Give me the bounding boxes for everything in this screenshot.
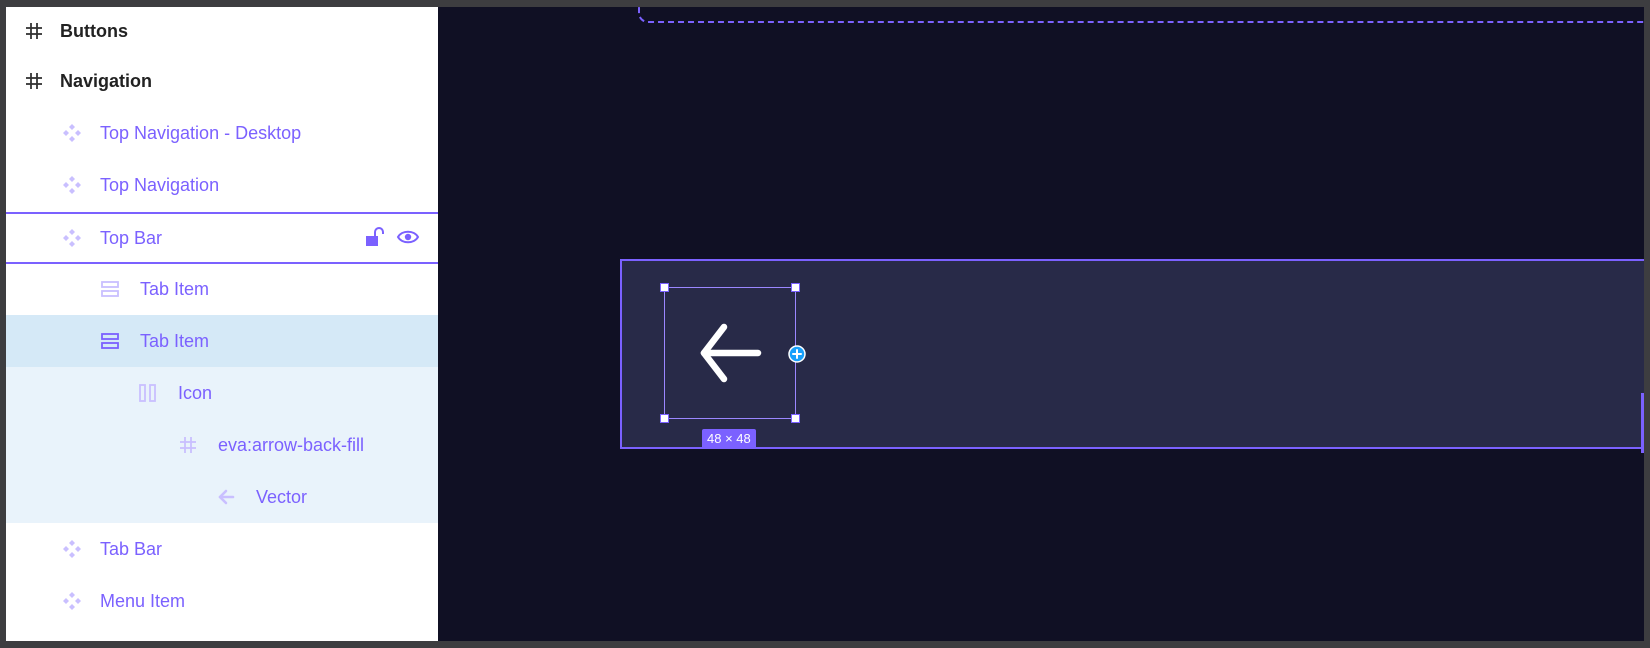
layer-label: Tab Bar xyxy=(100,539,163,559)
selection-box[interactable] xyxy=(660,283,800,423)
component-icon xyxy=(60,589,84,613)
layer-row-tab-bar[interactable]: Tab Bar xyxy=(6,523,438,575)
canvas-edge-marker xyxy=(1641,393,1644,453)
layer-row-top-navigation[interactable]: Top Navigation xyxy=(6,159,438,211)
layer-label: Top Navigation xyxy=(100,175,220,195)
vertical-layout-icon xyxy=(98,329,122,353)
design-canvas[interactable]: 48 × 48 xyxy=(438,7,1644,641)
add-auto-layout-handle[interactable] xyxy=(788,345,806,363)
resize-handle-top-right[interactable] xyxy=(791,283,800,292)
selection-size-badge: 48 × 48 xyxy=(702,429,756,449)
layer-label: Menu Item xyxy=(100,591,186,611)
layer-row-tab-item[interactable]: Tab Item xyxy=(6,263,438,315)
app-window: Buttons Navigation Top Navigation - Desk… xyxy=(6,7,1644,641)
layer-row-vector[interactable]: Vector xyxy=(6,471,438,523)
layer-label: Tab Item xyxy=(140,331,210,351)
layer-row-tools xyxy=(364,226,420,253)
resize-handle-bottom-right[interactable] xyxy=(791,414,800,423)
vertical-layout-icon xyxy=(98,277,122,301)
layer-row-top-bar[interactable]: Top Bar xyxy=(6,212,438,264)
layer-row-navigation[interactable]: Navigation xyxy=(6,55,438,107)
layer-row-tab-item-selected[interactable]: Tab Item xyxy=(6,315,438,367)
layer-label: Top Navigation - Desktop xyxy=(100,123,302,143)
layer-label: Navigation xyxy=(60,71,153,91)
layer-row-icon[interactable]: Icon xyxy=(6,367,438,419)
layer-label: Vector xyxy=(256,487,308,507)
layer-label: Icon xyxy=(178,383,213,403)
hash-icon xyxy=(176,433,200,457)
layer-row-eva-arrow-back-fill[interactable]: eva:arrow-back-fill xyxy=(6,419,438,471)
component-icon xyxy=(60,121,84,145)
unlock-icon[interactable] xyxy=(364,226,384,253)
dashed-frame-outline xyxy=(638,7,1644,23)
layer-label: Buttons xyxy=(60,21,128,41)
arrow-left-icon xyxy=(214,485,238,509)
component-icon xyxy=(60,226,84,250)
hash-icon xyxy=(22,69,46,93)
layer-row-buttons[interactable]: Buttons xyxy=(6,7,438,57)
layer-label: Top Bar xyxy=(100,228,163,248)
horizontal-layout-icon xyxy=(136,381,160,405)
layer-row-top-navigation-desktop[interactable]: Top Navigation - Desktop xyxy=(6,107,438,159)
component-icon xyxy=(60,173,84,197)
layer-row-menu-item[interactable]: Menu Item xyxy=(6,575,438,627)
resize-handle-top-left[interactable] xyxy=(660,283,669,292)
component-icon xyxy=(60,537,84,561)
layer-label: eva:arrow-back-fill xyxy=(218,435,365,455)
layer-label: Tab Item xyxy=(140,279,210,299)
eye-icon[interactable] xyxy=(396,226,420,253)
resize-handle-bottom-left[interactable] xyxy=(660,414,669,423)
layers-panel: Buttons Navigation Top Navigation - Desk… xyxy=(6,7,438,641)
hash-icon xyxy=(22,19,46,43)
